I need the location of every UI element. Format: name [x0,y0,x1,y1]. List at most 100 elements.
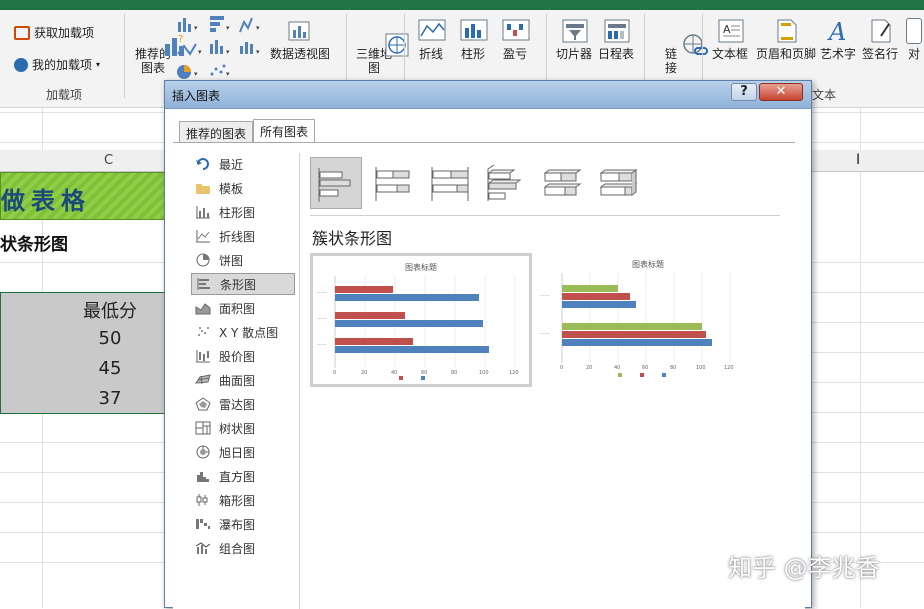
chart-type-recent[interactable]: 最近 [191,153,295,175]
3d-map-button[interactable]: 三维地 图 [356,18,409,75]
tab-all-charts[interactable]: 所有图表 [253,119,316,143]
subtype-3d-clustered-bar[interactable] [480,157,532,209]
waterfall-chart-icon [195,517,211,531]
subtype-3d-100-stacked-bar[interactable] [592,157,644,209]
svg-text:▾: ▾ [226,48,230,56]
recommended-chart-icon: ? [140,18,184,56]
gridline [860,108,861,608]
svg-text:120: 120 [724,365,734,371]
sparkline-line-button[interactable]: 折线 [418,18,446,61]
header-row[interactable]: 最低分 [0,292,166,322]
stacked-bar-icon [375,167,410,201]
close-button[interactable]: ✕ [759,83,803,101]
chart-preview-series-by-column[interactable]: 图表标题 ······ ······ 0 20 40 60 80 100 120 [536,255,754,385]
subtype-clustered-bar[interactable] [310,157,362,209]
chart-type-sunburst[interactable]: 旭日图 [191,441,295,463]
chart-type-histogram[interactable]: 直方图 [191,465,295,487]
link-button[interactable]: 链 接 [658,18,708,75]
banner-text: 做表格 [1,186,91,215]
3d-clustered-bar-icon [487,164,522,201]
timeline-button[interactable]: 日程表 [598,18,634,61]
title-bar-strip [0,0,924,10]
value-cell[interactable]: 45 [45,358,175,379]
subtype-stacked-bar[interactable] [368,157,420,209]
data-rows[interactable]: 50 45 37 [0,322,166,414]
get-addins-button[interactable]: 获取加载项 [14,24,94,41]
chart-type-template[interactable]: 模板 [191,177,295,199]
chart-preview-series-by-row[interactable]: 图表标题 ······ ······ ······ 0 20 40 60 80 100 120 [310,253,532,387]
bar-chart-icon [196,277,212,291]
subtype-3d-stacked-bar[interactable] [536,157,588,209]
folder-icon [195,181,211,195]
wordart-button[interactable]: A 艺术字 [820,18,856,61]
help-button[interactable]: ? [731,83,757,101]
chart-gallery-icons[interactable]: ▾ ▾ ▾ ▾ ▾ ▾ ▾ ▾ [176,14,268,80]
svg-text:······: ······ [317,342,327,348]
chart-type-combo[interactable]: 组合图 [191,537,295,559]
3d-stacked-bar-icon [543,169,582,196]
svg-text:100: 100 [479,370,489,376]
chart-type-treemap[interactable]: 树状图 [191,417,295,439]
chart-type-bar[interactable]: 条形图 [191,273,295,295]
svg-text:▾: ▾ [256,24,260,32]
svg-text:▾: ▾ [256,48,260,56]
pivot-chart-button[interactable]: 数据透视图 [270,18,330,61]
dialog-title-bar[interactable]: 插入图表 ? ✕ [165,81,811,109]
svg-text:0: 0 [333,370,336,376]
svg-text:80: 80 [451,370,457,376]
timeline-icon [603,18,630,44]
svg-text:▾: ▾ [198,48,202,56]
insert-chart-dialog: 插入图表 ? ✕ 推荐的图表 所有图表 最近 模板 柱形图 折线图 饼图 条形图… [164,80,812,609]
subtype-divider [310,215,780,216]
svg-text:0: 0 [560,365,563,371]
header-footer-button[interactable]: 页眉和页脚 [756,18,816,61]
svg-text:20: 20 [586,365,592,371]
textbox-button[interactable]: A 文本框 [712,18,748,61]
column-header-c[interactable]: C [104,153,113,168]
scatter-chart-icon [195,325,211,339]
line-chart-icon [195,229,211,243]
subtype-100-stacked-bar[interactable] [424,157,476,209]
box-whisker-icon [195,493,211,507]
svg-text:120: 120 [509,370,519,376]
svg-text:▾: ▾ [226,70,230,78]
chart-type-boxwhisker[interactable]: 箱形图 [191,489,295,511]
chart-type-pie[interactable]: 饼图 [191,249,295,271]
sparkline-column-icon [460,18,488,44]
my-addins-button[interactable]: 我的加载项 ▾ [14,56,100,73]
chart-type-radar[interactable]: 雷达图 [191,393,295,415]
chart-type-waterfall[interactable]: 瀑布图 [191,513,295,535]
svg-text:40: 40 [391,370,397,376]
chart-type-scatter[interactable]: X Y 散点图 [191,321,295,343]
tab-recommended-charts[interactable]: 推荐的图表 [179,121,254,143]
undo-icon [195,157,211,171]
signature-line-button[interactable]: 签名行 [862,18,898,61]
object-button[interactable]: 对 [906,18,922,61]
value-cell[interactable]: 50 [45,328,175,349]
dialog-title: 插入图表 [172,89,221,103]
subtitle-cell[interactable]: 状条形图 [0,230,68,255]
chart-type-surface[interactable]: 曲面图 [191,369,295,391]
wordart-icon: A [825,18,851,46]
svg-text:······: ······ [317,316,327,322]
recommended-charts-button[interactable]: ? 推荐的 图表 [134,18,184,75]
chart-type-area[interactable]: 面积图 [191,297,295,319]
object-icon [906,18,922,44]
chart-type-list: 最近 模板 柱形图 折线图 饼图 条形图 面积图 X Y 散点图 股价图 曲面图… [189,153,299,609]
sparkline-line-icon [418,18,446,44]
svg-text:80: 80 [670,365,676,371]
value-cell[interactable]: 37 [45,388,175,409]
store-icon [14,25,30,40]
svg-text:A: A [827,18,846,44]
section-title: 簇状条形图 [312,229,393,248]
sparkline-winloss-button[interactable]: 盈亏 [502,18,530,61]
sparkline-column-button[interactable]: 柱形 [460,18,488,61]
chart-type-stock[interactable]: 股价图 [191,345,295,367]
title-banner-cell[interactable]: 做表格 [0,172,166,220]
percent-stacked-bar-icon [431,167,469,201]
slicer-button[interactable]: 切片器 [556,18,592,61]
chart-type-line[interactable]: 折线图 [191,225,295,247]
svg-text:······: ······ [540,331,550,337]
area-chart-icon [195,301,211,315]
chart-type-column[interactable]: 柱形图 [191,201,295,223]
